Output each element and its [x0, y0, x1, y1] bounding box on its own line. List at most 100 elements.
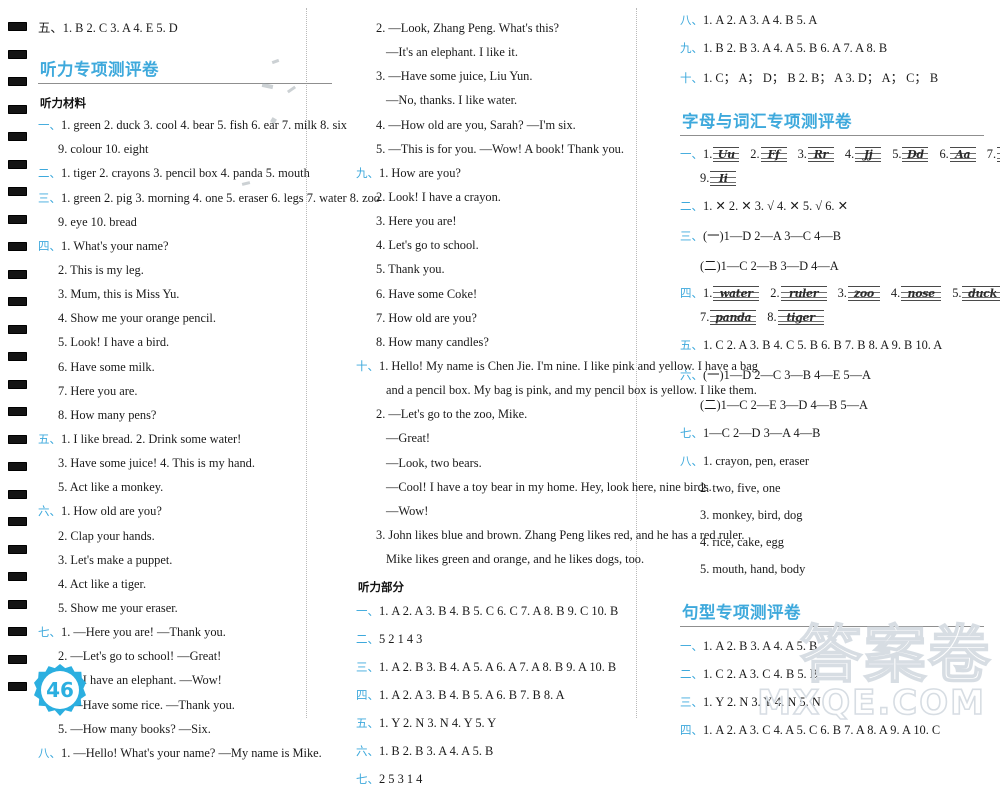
- group-line: —Look, two bears.: [386, 455, 482, 470]
- item-number: 7.: [700, 310, 710, 324]
- item-number: 4.: [890, 286, 901, 300]
- answer-key-page: 五、1. B 2. C 3. A 4. E 5. D 听力专项测评卷 听力材料 …: [0, 0, 1000, 786]
- group-line: 4. Let's go to school.: [376, 238, 479, 253]
- answer-row: 一、1. A 2. B 3. A 4. A 5. B: [680, 638, 984, 654]
- item-number: 6.: [939, 147, 949, 161]
- group-marker: 十、: [356, 358, 379, 373]
- answer-text: 1. A 2. A 3. C 4. A 5. C 6. B 7. A 8. A …: [703, 723, 941, 737]
- answer-row: 二、1. C 2. A 3. C 4. B 5. B: [680, 666, 984, 682]
- group-line: and a pencil box. My bag is pink, and my…: [386, 383, 757, 398]
- handwriting-row: 9. Ii: [680, 171, 984, 186]
- group-line: 四、1. What's your name?: [38, 238, 332, 254]
- handwritten-letter: Ff: [767, 148, 780, 161]
- handwritten-letter: Rr: [813, 148, 829, 161]
- page-number: 46: [46, 678, 74, 702]
- group-marker: 六、: [38, 504, 61, 519]
- answer-text: 1. C； A； D； B 2. B； A 3. D； A； C； B: [703, 71, 939, 85]
- section-title-listening: 听力专项测评卷: [40, 60, 159, 80]
- group-line: 7. How old are you?: [376, 310, 477, 325]
- group-line: 2. Look! I have a crayon.: [376, 189, 501, 204]
- answer-text: 1. Y 2. N 3. Y 4. N 5. N: [703, 695, 821, 709]
- answer-row: (二)1—C 2—B 3—D 4—A: [700, 259, 839, 273]
- group-line: 8. How many candles?: [376, 334, 489, 349]
- answer-text: 1. B 2. B 3. A 4. A 5. B 6. A 7. A 8. B: [703, 41, 888, 55]
- four-line-stave: Ff: [760, 147, 787, 162]
- group-line: 2. —Look, Zhang Peng. What's this?: [376, 21, 560, 35]
- answer-text: 1. A 2. A 3. B 4. B 5. C 6. C 7. A 8. B …: [379, 603, 619, 618]
- handwritten-word: panda: [715, 311, 752, 324]
- group-line: 九、1. How are you?: [356, 165, 654, 181]
- handwritten-word: duck: [968, 287, 997, 300]
- group-text: 1. How old are you?: [61, 504, 162, 519]
- group-line: 3. Here you are!: [376, 214, 457, 229]
- answer-text: 1. C 2. A 3. C 4. B 5. B: [703, 667, 818, 681]
- group-marker: 三、: [38, 190, 61, 205]
- group-line: 2. —Let's go to the zoo, Mike.: [376, 407, 528, 422]
- binding-hole: [8, 544, 27, 554]
- handwritten-word: ruler: [788, 287, 819, 300]
- binding-hole: [8, 627, 27, 636]
- four-line-stave: panda: [710, 310, 757, 325]
- answer-marker: 二、: [680, 667, 703, 681]
- binding-hole: [8, 159, 27, 169]
- group-line: —Cool! I have a toy bear in my home. Hey…: [386, 479, 712, 494]
- answer-text: 5 2 1 4 3: [379, 631, 423, 646]
- answer-marker: 一、: [356, 603, 379, 618]
- group-marker: 八、: [38, 745, 61, 760]
- binding-hole: [8, 434, 27, 444]
- answer-marker: 九、: [680, 41, 703, 55]
- answer-text: 1. Y 2. N 3. N 4. Y 5. Y: [379, 715, 497, 730]
- handwritten-letter: Dd: [907, 148, 924, 161]
- group-line: 7. Here you are.: [58, 383, 138, 398]
- group-marker: 八、: [680, 454, 703, 468]
- handwritten-word: zoo: [853, 287, 874, 300]
- handwritten-letter: Aa: [955, 148, 971, 161]
- binding-hole: [8, 379, 27, 389]
- answer-text: 2 5 3 1 4: [379, 771, 423, 786]
- four-line-stave: tiger: [777, 310, 824, 325]
- title-rule: [680, 626, 984, 627]
- handwritten-letter: Uu: [717, 148, 735, 161]
- answer-row: 九、1. B 2. B 3. A 4. A 5. B 6. A 7. A 8. …: [680, 40, 984, 56]
- answer-marker: 四、: [356, 687, 379, 702]
- group-text: 1. What's your name?: [61, 238, 169, 253]
- binding-hole: [8, 22, 27, 31]
- binding-hole: [8, 242, 27, 251]
- answer-text: 1. ✕ 2. ✕ 3. √ 4. ✕ 5. √ 6. ✕: [703, 199, 848, 213]
- column-middle: 2. —Look, Zhang Peng. What's this? —It's…: [340, 0, 758, 785]
- group-marker: 四、: [38, 238, 61, 253]
- group-marker: 九、: [356, 165, 379, 180]
- answer-text: (一)1—D 2—A 3—C 4—B: [703, 229, 842, 243]
- group-line: 二、1. tiger 2. crayons 3. pencil box 4. p…: [38, 167, 332, 181]
- group-line: 3. John likes blue and brown. Zhang Peng…: [376, 527, 745, 542]
- four-line-stave: Aa: [949, 147, 976, 162]
- group-line: 2. —Let's go to school! —Great!: [58, 649, 222, 664]
- answer-row: 七、1—C 2—D 3—A 4—B: [680, 425, 984, 441]
- group-marker: 二、: [38, 166, 61, 181]
- subheading-listening-material: 听力材料: [40, 96, 86, 111]
- binding-hole: [8, 654, 27, 664]
- group-line: 3. —Have some juice, Liu Yun.: [376, 69, 533, 84]
- group-line: —It's an elephant. I like it.: [386, 45, 518, 60]
- answer-text: 1. A 2. A 3. B 4. B 5. A 6. B 7. B 8. A: [379, 687, 565, 702]
- group-line: 5. Thank you.: [376, 262, 445, 277]
- answer-row: 二、1. ✕ 2. ✕ 3. √ 4. ✕ 5. √ 6. ✕: [680, 198, 984, 214]
- answer-row: (二)1—C 2—E 3—D 4—B 5—A: [700, 398, 868, 412]
- title-rule: [680, 135, 984, 136]
- item-number: 8.: [767, 310, 777, 324]
- answer-text: 1. crayon, pen, eraser: [703, 454, 809, 468]
- group-line: 3. Have some juice! 4. This is my hand.: [58, 456, 255, 471]
- group-line: 2. This is my leg.: [58, 262, 144, 277]
- binding-hole: [8, 572, 27, 581]
- group-marker: 一、: [680, 147, 703, 161]
- four-line-stave: ruler: [780, 286, 827, 301]
- group-line: 五、1. I like bread. 2. Drink some water!: [38, 432, 332, 447]
- answer-marker: 三、: [356, 659, 379, 674]
- answer-row: 三、1. A 2. B 3. B 4. A 5. A 6. A 7. A 8. …: [356, 659, 654, 675]
- group-line: 5. Show me your eraser.: [58, 600, 178, 615]
- four-line-stave: Dd: [902, 147, 929, 162]
- title-rule: [38, 83, 332, 85]
- group-line: 4. Show me your orange pencil.: [58, 311, 216, 326]
- group-line: —Wow!: [386, 503, 429, 518]
- answer-row: 七、2 5 3 1 4: [356, 771, 654, 787]
